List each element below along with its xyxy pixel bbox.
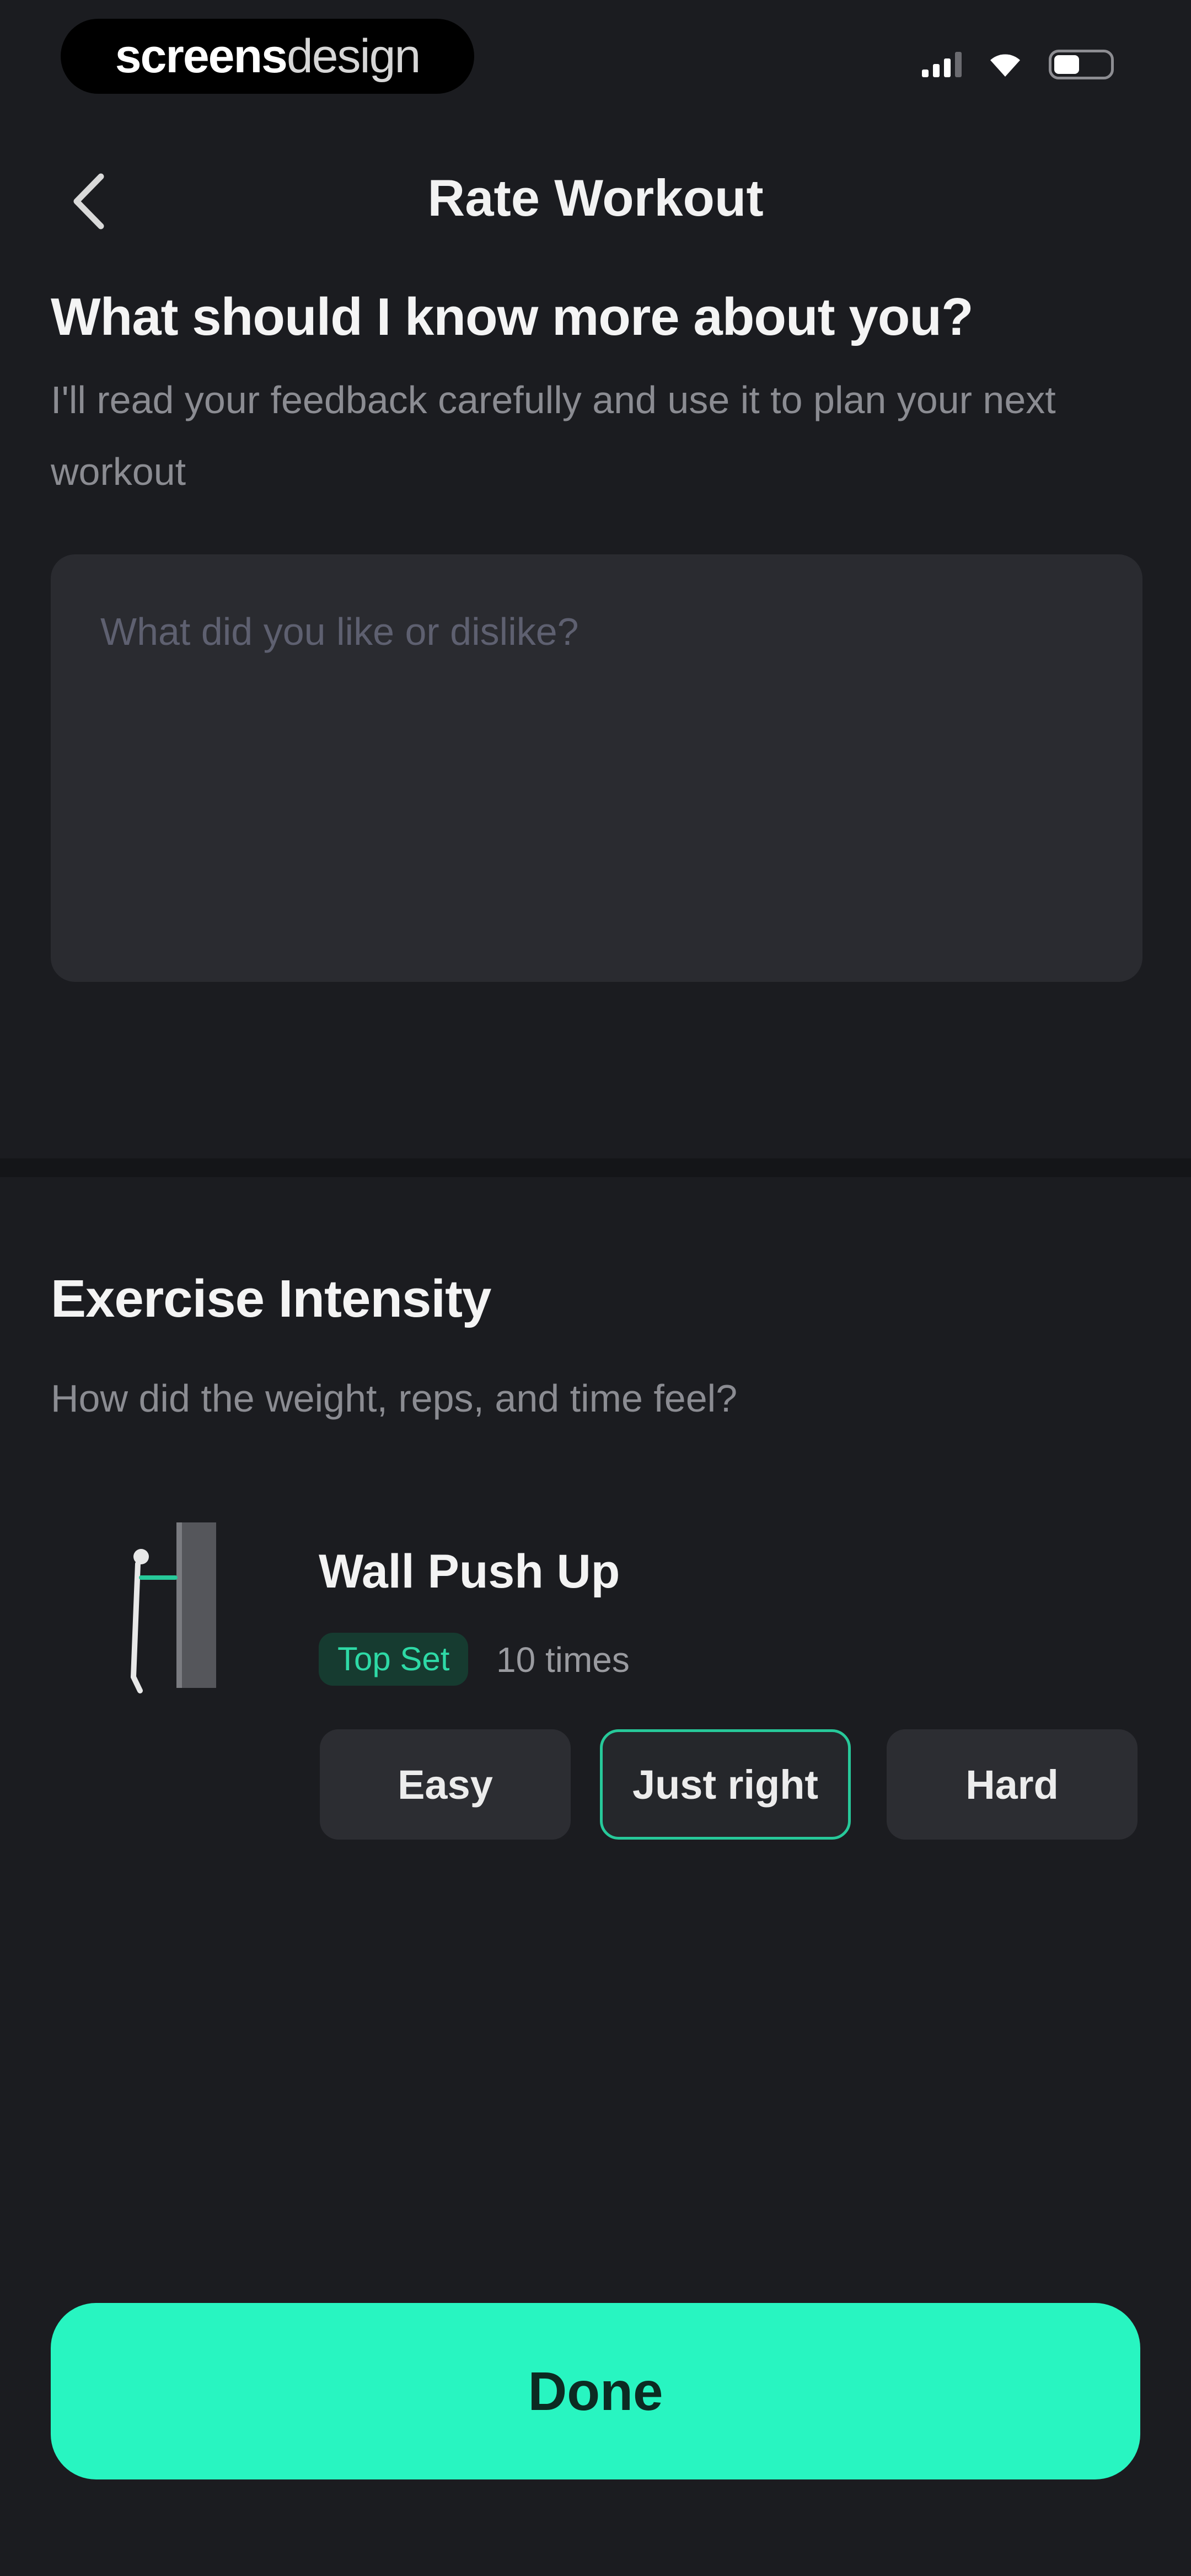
feedback-subtitle: I'll read your feedback carefully and us… [51, 378, 1056, 493]
battery-icon [1049, 50, 1114, 79]
cellular-signal-icon [922, 52, 962, 77]
intensity-title: Exercise Intensity [51, 1269, 491, 1328]
just-right-button[interactable]: Just right [600, 1729, 851, 1840]
feedback-title: What should I know more about you? [51, 287, 974, 346]
watermark-light: design [286, 29, 421, 83]
exercise-reps: 10 times [496, 1640, 630, 1680]
watermark-bold: screens [115, 29, 288, 83]
feedback-input[interactable] [100, 610, 1093, 927]
easy-button[interactable]: Easy [320, 1729, 571, 1840]
status-icons [922, 50, 1114, 79]
wifi-icon [990, 54, 1020, 77]
page-title: Rate Workout [427, 169, 764, 227]
section-divider [0, 1158, 1191, 1177]
exercise-name: Wall Push Up [319, 1545, 620, 1598]
done-button[interactable]: Done [51, 2303, 1140, 2479]
rate-workout-screen: screens design Rate Workout What should I… [0, 0, 1191, 2576]
watermark-logo: screens design [61, 19, 474, 94]
intensity-subtitle: How did the weight, reps, and time feel? [51, 1377, 738, 1420]
hard-button[interactable]: Hard [887, 1729, 1138, 1840]
set-badge: Top Set [319, 1633, 469, 1686]
exercise-thumbnail [99, 1511, 265, 1710]
feedback-box [51, 554, 1142, 982]
